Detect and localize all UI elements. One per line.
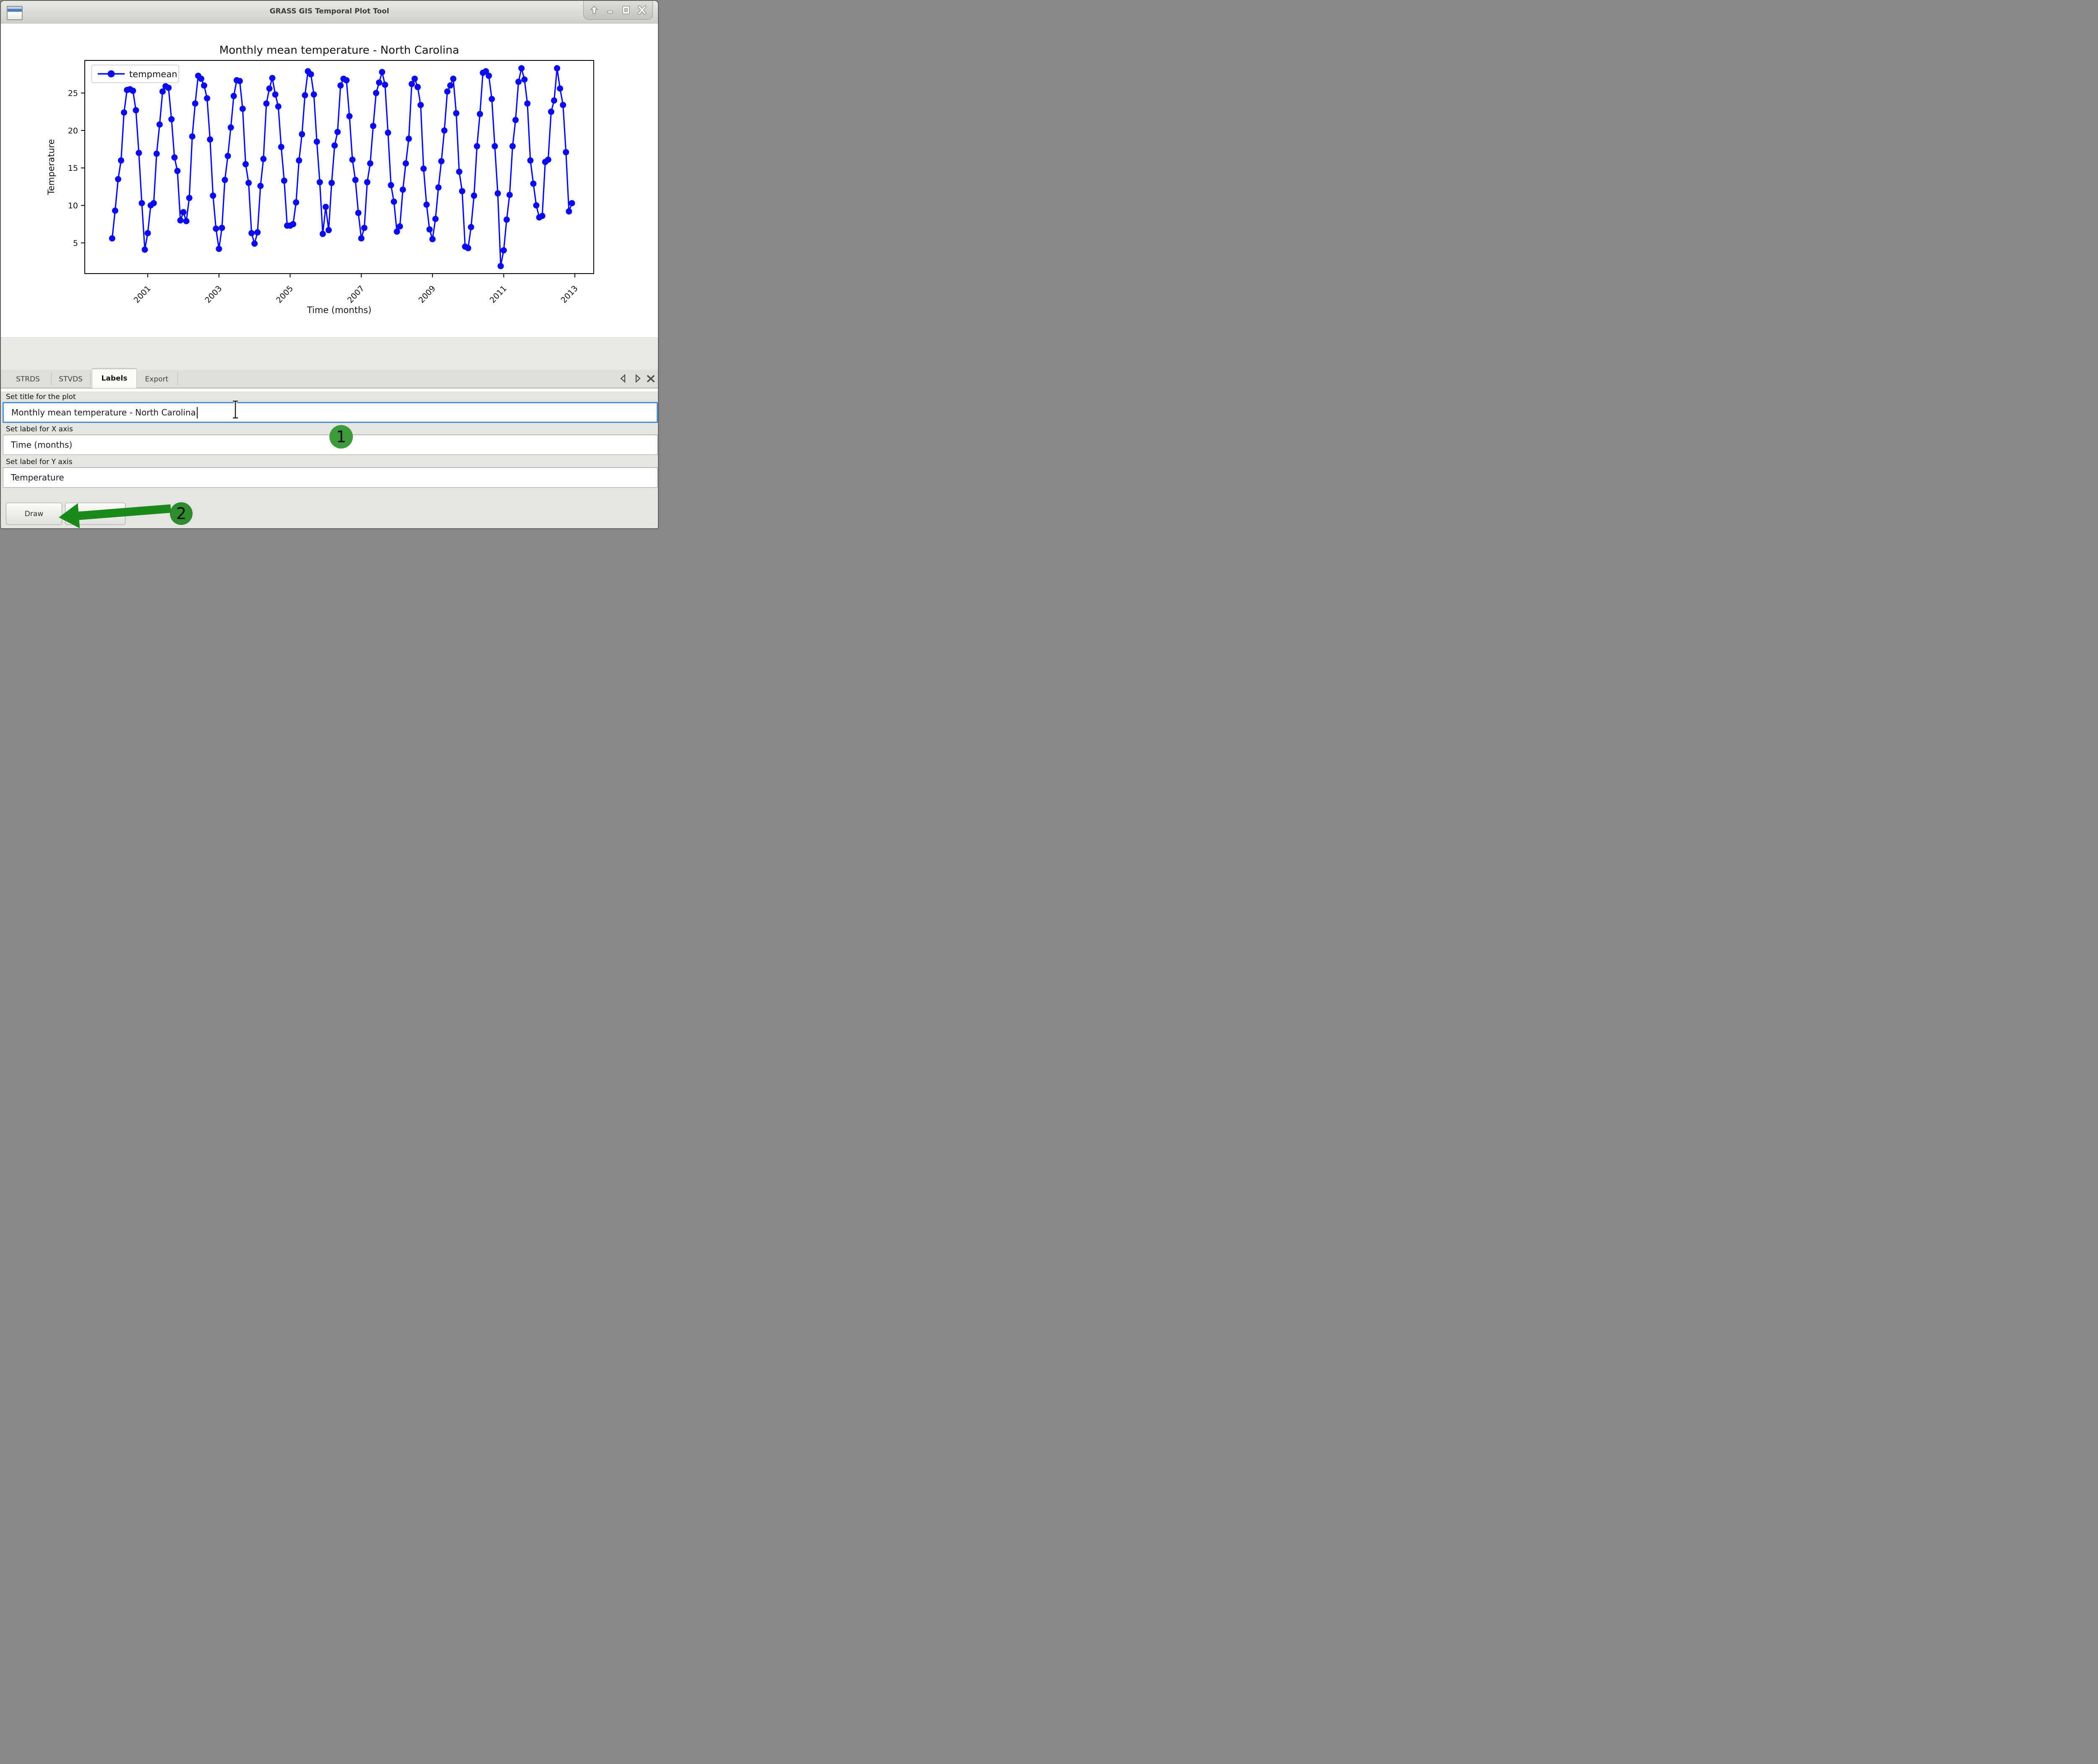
svg-text:2009: 2009 xyxy=(417,284,437,305)
annotation-step-1: 1 xyxy=(329,425,353,449)
tab-export[interactable]: Export xyxy=(137,372,177,387)
annotation-step-2: 2 xyxy=(170,502,193,525)
minimize-icon[interactable] xyxy=(605,5,615,15)
tab-separator xyxy=(90,372,91,386)
titlebar[interactable]: GRASS GIS Temporal Plot Tool xyxy=(1,1,658,23)
tab-labels[interactable]: Labels xyxy=(92,369,137,388)
grass-gis-temporal-plot-tool-window: GRASS GIS Temporal Plot Tool 5 10 15 20 25 20… xyxy=(0,0,659,529)
window-title: GRASS GIS Temporal Plot Tool xyxy=(1,7,658,16)
text-caret xyxy=(197,407,198,418)
svg-text:2013: 2013 xyxy=(559,284,580,305)
svg-text:2007: 2007 xyxy=(346,284,366,305)
tab-stvds[interactable]: STVDS xyxy=(52,372,90,387)
tabstrip: STRDS STVDS Labels Export xyxy=(1,370,659,389)
svg-text:10: 10 xyxy=(68,201,78,211)
draw-button[interactable]: Draw xyxy=(6,503,62,525)
svg-text:Monthly mean temperature - Nor: Monthly mean temperature - North Carolin… xyxy=(219,44,459,57)
plot-canvas[interactable]: 5 10 15 20 25 2001 2003 2005 2007 2009 2011 2013 Mon… xyxy=(1,23,659,337)
matplotlib-toolbar xyxy=(1,337,659,370)
plot-title-value: Monthly mean temperature - North Carolin… xyxy=(11,407,196,418)
shade-window-icon[interactable] xyxy=(589,5,599,15)
help-button[interactable]: Help xyxy=(65,503,125,525)
tab-strds[interactable]: STRDS xyxy=(5,372,51,387)
svg-text:2003: 2003 xyxy=(203,284,224,305)
svg-text:tempmean: tempmean xyxy=(129,69,177,79)
svg-text:2011: 2011 xyxy=(488,284,509,305)
plot-title-input[interactable]: Monthly mean temperature - North Carolin… xyxy=(3,402,658,423)
svg-text:15: 15 xyxy=(68,164,78,173)
tab-separator xyxy=(177,372,178,386)
tab-scroll-left-icon[interactable] xyxy=(618,373,629,384)
window-controls xyxy=(583,1,653,20)
svg-text:25: 25 xyxy=(68,89,78,98)
svg-text:2005: 2005 xyxy=(274,284,295,305)
svg-text:2001: 2001 xyxy=(132,284,153,305)
maximize-icon[interactable] xyxy=(621,5,631,15)
yaxis-field-label: Set label for Y axis xyxy=(6,458,72,466)
title-field-label: Set title for the plot xyxy=(6,393,76,401)
close-window-icon[interactable] xyxy=(637,5,647,15)
window-frame: GRASS GIS Temporal Plot Tool 5 10 15 20 25 20… xyxy=(0,0,659,529)
svg-text:20: 20 xyxy=(68,126,78,136)
tab-scroll-right-icon[interactable] xyxy=(632,373,642,384)
yaxis-label-input[interactable]: Temperature xyxy=(3,467,658,488)
svg-text:Temperature: Temperature xyxy=(46,139,56,195)
xaxis-label-value: Time (months) xyxy=(11,440,72,450)
svg-text:Time (months): Time (months) xyxy=(307,305,372,315)
tab-close-icon[interactable] xyxy=(646,373,656,384)
yaxis-label-value: Temperature xyxy=(11,472,64,483)
panel-top-highlight xyxy=(1,389,659,391)
temperature-line-chart: 5 10 15 20 25 2001 2003 2005 2007 2009 2011 2013 Mon… xyxy=(1,23,659,337)
xaxis-field-label: Set label for X axis xyxy=(6,425,73,433)
svg-text:5: 5 xyxy=(73,239,78,248)
